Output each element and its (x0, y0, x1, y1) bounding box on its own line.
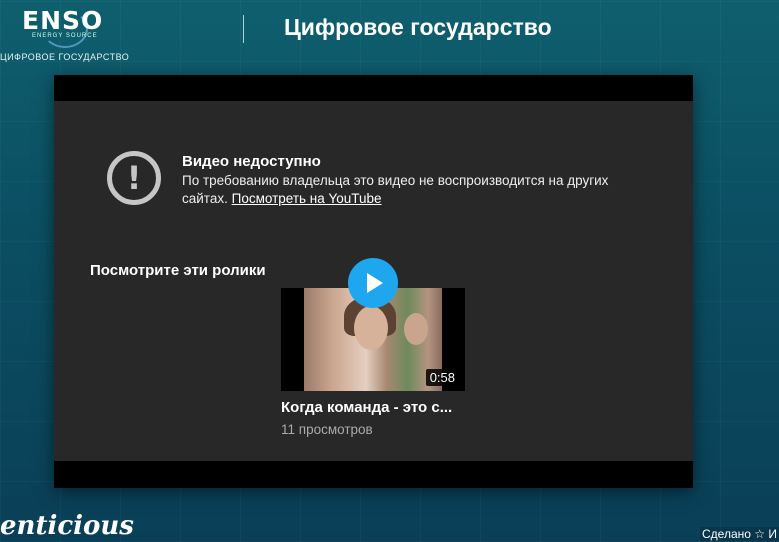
logo-tagline: ЦИФРОВОЕ ГОСУДАРСТВО (0, 52, 130, 62)
error-title: Видео недоступно (182, 153, 321, 170)
page-title: Цифровое государство (284, 14, 552, 40)
logo-text: ENSO (22, 6, 104, 35)
suggested-video-title[interactable]: Когда команда - это с... (281, 399, 452, 416)
thumbnail-face (404, 313, 428, 345)
play-button[interactable] (348, 258, 398, 308)
video-duration: 0:58 (425, 369, 459, 386)
watch-on-youtube-link[interactable]: Посмотреть на YouTube (232, 191, 382, 206)
header-divider (243, 15, 244, 43)
play-icon (367, 273, 383, 293)
made-with-badge[interactable]: Сделано ☆ И (700, 527, 779, 541)
error-message: По требованию владельца это видео не вос… (182, 172, 652, 208)
suggestions-heading: Посмотрите эти ролики (90, 262, 266, 279)
player-error-screen: ! Видео недоступно По требованию владель… (54, 101, 693, 461)
video-player[interactable]: ! Видео недоступно По требованию владель… (54, 75, 693, 488)
site-logo[interactable]: ENSO ENERGY SOURCE ЦИФРОВОЕ ГОСУДАРСТВО (0, 6, 140, 64)
alert-icon: ! (107, 151, 161, 205)
logo-subtext: ENERGY SOURCE (32, 33, 98, 39)
thumbnail-face (354, 306, 388, 350)
suggested-video-views: 11 просмотров (281, 422, 373, 437)
footer-brand: enticious (0, 511, 134, 541)
